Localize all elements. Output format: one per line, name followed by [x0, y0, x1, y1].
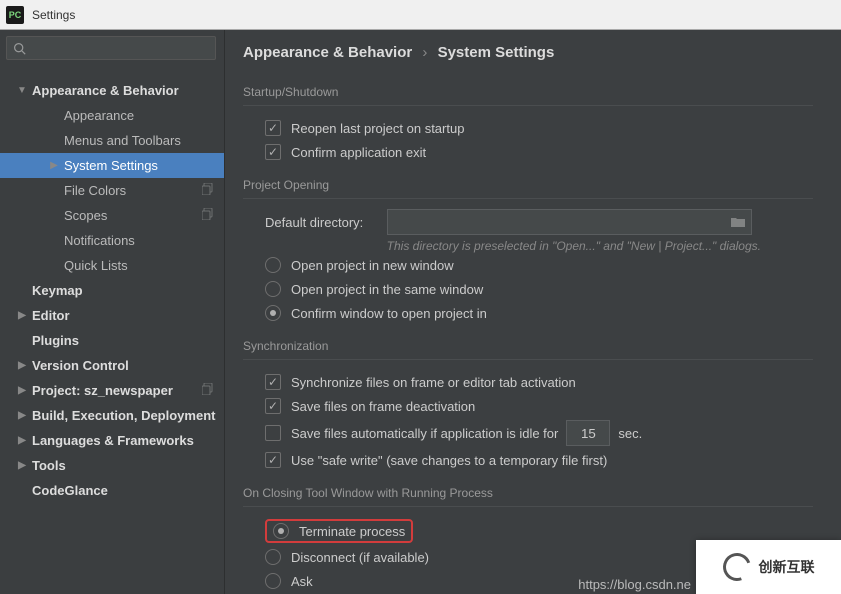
sidebar-item-languages-frameworks[interactable]: ▶ Languages & Frameworks [0, 428, 224, 453]
label-reopen-last: Reopen last project on startup [291, 121, 464, 136]
sidebar-item-label: Editor [32, 308, 70, 323]
sidebar-item-build-execution-deployment[interactable]: ▶ Build, Execution, Deployment [0, 403, 224, 428]
sidebar-item-appearance[interactable]: Appearance [0, 103, 224, 128]
copy-icon [202, 208, 214, 223]
highlight-terminate: Terminate process [265, 519, 413, 543]
input-default-dir[interactable] [387, 209, 752, 235]
copy-icon [202, 383, 214, 398]
main-panel: Appearance & Behavior › System Settings … [225, 30, 841, 594]
sidebar-item-label: Version Control [32, 358, 129, 373]
label-sync-frame: Synchronize files on frame or editor tab… [291, 375, 576, 390]
label-disconnect: Disconnect (if available) [291, 550, 429, 565]
sidebar-item-label: CodeGlance [32, 483, 108, 498]
label-default-dir: Default directory: [265, 215, 387, 230]
checkbox-confirm-exit[interactable] [265, 144, 281, 160]
chevron-icon: ▶ [16, 385, 28, 396]
folder-icon[interactable] [731, 216, 745, 228]
sidebar-item-quick-lists[interactable]: Quick Lists [0, 253, 224, 278]
overlay-brand-logo: 创新互联 [696, 540, 841, 594]
app-logo-icon: PC [6, 6, 24, 24]
label-same-window: Open project in the same window [291, 282, 483, 297]
sidebar-item-keymap[interactable]: Keymap [0, 278, 224, 303]
sidebar-item-scopes[interactable]: Scopes [0, 203, 224, 228]
sidebar-item-label: Appearance [64, 108, 134, 123]
chevron-icon: ▶ [16, 360, 28, 371]
hint-default-dir: This directory is preselected in "Open..… [243, 239, 763, 253]
sidebar-item-project-sz-newspaper[interactable]: ▶ Project: sz_newspaper [0, 378, 224, 403]
checkbox-save-deact[interactable] [265, 398, 281, 414]
title-bar: PC Settings [0, 0, 841, 30]
label-new-window: Open project in new window [291, 258, 454, 273]
sidebar-item-tools[interactable]: ▶ Tools [0, 453, 224, 478]
breadcrumb-separator-icon: › [422, 44, 427, 61]
radio-same-window[interactable] [265, 281, 281, 297]
chevron-icon: ▶ [48, 160, 60, 171]
radio-terminate[interactable] [273, 523, 289, 539]
checkbox-reopen-last[interactable] [265, 120, 281, 136]
sidebar-item-version-control[interactable]: ▶ Version Control [0, 353, 224, 378]
window-title: Settings [32, 8, 75, 22]
sidebar-item-editor[interactable]: ▶ Editor [0, 303, 224, 328]
sidebar-item-label: File Colors [64, 183, 126, 198]
sidebar-item-codeglance[interactable]: CodeGlance [0, 478, 224, 503]
radio-ask[interactable] [265, 573, 281, 589]
sidebar: ▼ Appearance & Behavior Appearance Menus an… [0, 30, 225, 594]
radio-confirm-window[interactable] [265, 305, 281, 321]
brand-ring-icon [718, 548, 755, 585]
sidebar-item-label: Tools [32, 458, 66, 473]
sidebar-item-notifications[interactable]: Notifications [0, 228, 224, 253]
sidebar-item-label: System Settings [64, 158, 158, 173]
checkbox-safe-write[interactable] [265, 452, 281, 468]
sidebar-item-label: Notifications [64, 233, 135, 248]
label-terminate: Terminate process [299, 524, 405, 539]
label-confirm-exit: Confirm application exit [291, 145, 426, 160]
breadcrumb: Appearance & Behavior › System Settings [243, 40, 813, 71]
label-ask: Ask [291, 574, 313, 589]
breadcrumb-root[interactable]: Appearance & Behavior [243, 44, 412, 61]
sidebar-item-plugins[interactable]: Plugins [0, 328, 224, 353]
sidebar-item-label: Quick Lists [64, 258, 128, 273]
search-input[interactable] [6, 36, 216, 60]
chevron-icon: ▶ [16, 410, 28, 421]
sidebar-item-file-colors[interactable]: File Colors [0, 178, 224, 203]
label-confirm-window: Confirm window to open project in [291, 306, 487, 321]
brand-text: 创新互联 [759, 557, 815, 577]
chevron-icon: ▶ [16, 460, 28, 471]
sidebar-item-label: Scopes [64, 208, 107, 223]
label-safe-write: Use "safe write" (save changes to a temp… [291, 453, 607, 468]
checkbox-sync-frame[interactable] [265, 374, 281, 390]
copy-icon [202, 183, 214, 198]
section-startup-title: Startup/Shutdown [243, 85, 813, 99]
sidebar-item-label: Appearance & Behavior [32, 83, 179, 98]
sidebar-item-appearance-behavior[interactable]: ▼ Appearance & Behavior [0, 78, 224, 103]
settings-tree: ▼ Appearance & Behavior Appearance Menus an… [0, 66, 224, 594]
section-sync-title: Synchronization [243, 339, 813, 353]
chevron-icon: ▼ [16, 85, 28, 96]
section-closing-title: On Closing Tool Window with Running Proc… [243, 486, 813, 500]
label-autosave-pre: Save files automatically if application … [291, 426, 558, 441]
sidebar-item-label: Project: sz_newspaper [32, 383, 173, 398]
radio-disconnect[interactable] [265, 549, 281, 565]
sidebar-item-menus-and-toolbars[interactable]: Menus and Toolbars [0, 128, 224, 153]
radio-new-window[interactable] [265, 257, 281, 273]
sidebar-item-label: Keymap [32, 283, 83, 298]
sidebar-item-label: Build, Execution, Deployment [32, 408, 215, 423]
sidebar-item-system-settings[interactable]: ▶ System Settings [0, 153, 224, 178]
watermark-url: https://blog.csdn.ne [578, 577, 691, 592]
label-save-deact: Save files on frame deactivation [291, 399, 475, 414]
label-autosave-post: sec. [618, 426, 642, 441]
checkbox-autosave[interactable] [265, 425, 281, 441]
search-icon [13, 42, 26, 55]
breadcrumb-leaf: System Settings [438, 44, 555, 61]
sidebar-item-label: Plugins [32, 333, 79, 348]
sidebar-item-label: Menus and Toolbars [64, 133, 181, 148]
section-opening-title: Project Opening [243, 178, 813, 192]
chevron-icon: ▶ [16, 310, 28, 321]
chevron-icon: ▶ [16, 435, 28, 446]
input-autosave-seconds[interactable] [566, 420, 610, 446]
sidebar-item-label: Languages & Frameworks [32, 433, 194, 448]
